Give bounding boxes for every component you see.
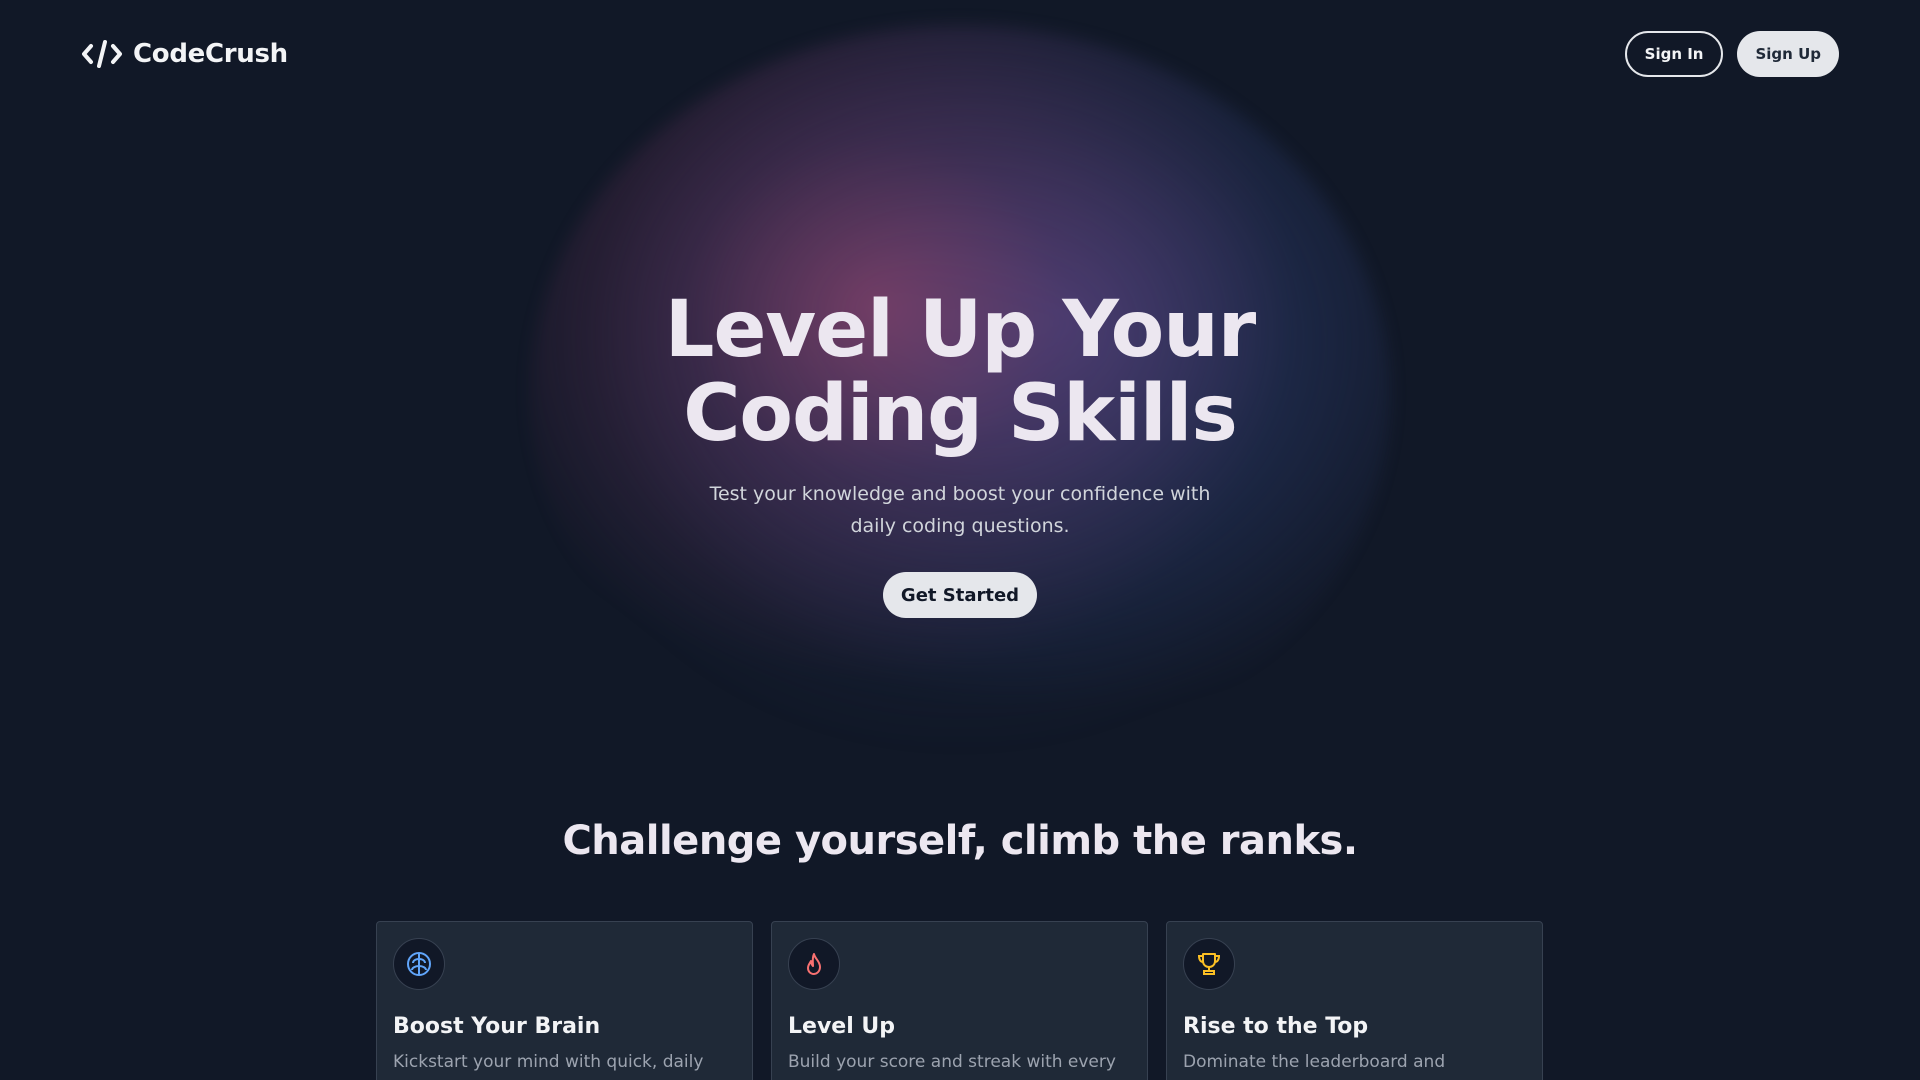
feature-card-rise-top: Rise to the Top Dominate the leaderboard…: [1166, 921, 1543, 1080]
sign-in-button[interactable]: Sign In: [1624, 31, 1724, 77]
hero-section: Level Up Your Coding Skills Test your kn…: [0, 288, 1920, 618]
get-started-button[interactable]: Get Started: [882, 572, 1038, 618]
hero-title: Level Up Your Coding Skills: [664, 285, 1256, 459]
feature-cards: Boost Your Brain Kickstart your mind wit…: [376, 921, 1544, 1080]
feature-card-boost-brain: Boost Your Brain Kickstart your mind wit…: [376, 921, 753, 1080]
card-title: Rise to the Top: [1183, 1014, 1369, 1039]
card-title: Level Up: [788, 1014, 896, 1039]
flame-icon: [807, 953, 821, 975]
brain-icon: [407, 952, 431, 976]
brand-logo[interactable]: CodeCrush: [81, 38, 288, 70]
brand-name: CodeCrush: [133, 39, 288, 69]
trophy-icon: [1197, 953, 1221, 975]
landing-page: CodeCrush Sign In Sign Up Level Up Your …: [0, 0, 1920, 1080]
features-heading: Challenge yourself, climb the ranks.: [562, 818, 1358, 864]
card-text: Kickstart your mind with quick, daily: [393, 1052, 704, 1072]
trophy-icon-badge: [1183, 938, 1235, 990]
sign-up-button[interactable]: Sign Up: [1737, 31, 1839, 77]
auth-buttons: Sign In Sign Up: [1624, 31, 1839, 77]
hero-subtitle: Test your knowledge and boost your confi…: [709, 483, 1211, 537]
card-text: Dominate the leaderboard and showcase: [1183, 1052, 1446, 1080]
card-title: Boost Your Brain: [393, 1014, 601, 1039]
card-text: Build your score and streak with every: [788, 1052, 1116, 1072]
flame-icon-badge: [788, 938, 840, 990]
brain-icon-badge: [393, 938, 445, 990]
top-nav: CodeCrush Sign In Sign Up: [0, 0, 1920, 108]
feature-card-level-up: Level Up Build your score and streak wit…: [771, 921, 1148, 1080]
code-brackets-icon: [82, 40, 122, 68]
